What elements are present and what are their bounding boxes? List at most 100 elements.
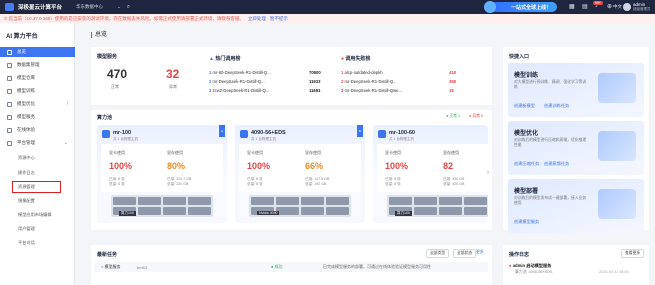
- summary-card: 模型服务 470 正常 32 异常 ▲ 热门调用榜 1 mr-60-DeepSe…: [91, 47, 492, 105]
- oplog-more-button[interactable]: 查看更多: [621, 249, 645, 258]
- notification-badge: 99+: [593, 1, 603, 5]
- tasks-title: 最新任务: [97, 252, 118, 258]
- mem-metrics: 已用: 8 张总量: 8 张: [109, 177, 125, 186]
- sidebar-sub-image-config[interactable]: 镜像配置: [18, 198, 35, 204]
- notice-handle-link[interactable]: 立即处理: [248, 16, 266, 22]
- hot-row[interactable]: 1 mr-60-DeepSeek-R1-Distill-Q... 70500: [209, 70, 321, 75]
- store-metrics: 已用: 127.3 GB 总量: 192 GB: [305, 177, 330, 186]
- sidebar-item-platform[interactable]: 平台管理 ⌄: [0, 138, 75, 148]
- language-select[interactable]: 中文: [613, 4, 622, 10]
- chip-name: 算力100: [119, 211, 136, 216]
- search-icon[interactable]: ⌕: [127, 4, 130, 11]
- store-percent: 66%: [305, 161, 324, 171]
- sidebar: AI 算力平台 总览 数据集管理 模型仓库 模型训练 模型优化 › 模型服务 在线…: [0, 23, 75, 285]
- chat-icon: [7, 127, 12, 133]
- gpu-icon: [378, 130, 386, 138]
- gpu-tag: B: [357, 125, 363, 137]
- create-train-link[interactable]: 创建训练任务: [544, 103, 569, 109]
- gpu-pool-card[interactable]: mr-100-60 共 1 台物理主机 显卡使用 显存使用 100% 82 已用…: [373, 125, 488, 223]
- notice-dismiss-link[interactable]: 暂不提示: [270, 16, 288, 22]
- hot-title: ▲ 热门调用榜: [209, 56, 241, 62]
- sidebar-item-label: 模型训练: [17, 88, 35, 93]
- status-filter[interactable]: 全部状态: [453, 249, 477, 258]
- quick-card-title: 模型优化: [514, 131, 539, 137]
- create-distill-link[interactable]: 创建蒸馏任务: [544, 161, 569, 167]
- gpu-name: mr-100: [113, 130, 132, 136]
- sidebar-item-optimize[interactable]: 模型优化 ›: [0, 99, 75, 109]
- sidebar-item-datasets[interactable]: 数据集管理: [0, 60, 75, 70]
- gear-icon: [7, 140, 12, 146]
- hot-row[interactable]: 2 mr-DeepSeek-R1-Distill-Q... 11933: [209, 79, 320, 84]
- notice-text: © 您当前（10.37.0.168）使用的是已安装的测试环境，存在数据丢失风险。…: [4, 15, 244, 21]
- legend-abnormal: ● 异常 0: [469, 114, 484, 118]
- grid-icon[interactable]: ▦: [569, 3, 575, 10]
- service-title: 模型服务: [97, 54, 118, 60]
- training-illustration: [598, 73, 636, 103]
- cta-button[interactable]: 一站式全球上线！: [484, 1, 557, 13]
- gpu-pool-card[interactable]: mr-100 共 1 台物理主机 A 显卡使用 显存使用 100% 80% 已用…: [97, 125, 227, 223]
- region-chevron-icon: ⌄: [117, 4, 121, 9]
- quick-card-optimize[interactable]: 模型优化 对训练后的模型进行压缩和蒸馏，优化推理性能 创建压缩任务 创建蒸馏任务: [508, 121, 644, 175]
- hot-row[interactable]: 3 zcw2-DeepSeek-R1-Distill-Q... 11651: [209, 88, 320, 93]
- type-filter[interactable]: 全部类型: [426, 249, 450, 258]
- globe-icon[interactable]: ⊕: [607, 3, 612, 10]
- notice-bar: © 您当前（10.37.0.168）使用的是已安装的测试环境，存在数据丢失风险。…: [0, 14, 655, 23]
- sidebar-item-training[interactable]: 模型训练: [0, 86, 75, 96]
- sidebar-item-overview[interactable]: 总览: [0, 47, 75, 57]
- scroll-right-icon[interactable]: ›: [484, 166, 492, 180]
- gpu-usage: 显卡使用 显存使用 100% 80% 已用: 8 张总量: 8 张 已用: 32…: [101, 144, 223, 192]
- oplog-time: 2025-03-11 08:53: [599, 270, 629, 274]
- region-select[interactable]: 华东数据中心: [76, 4, 103, 10]
- quick-card-training[interactable]: 模型训练 对大模型进行预训练、精调、强化学习等训练 创建新模型 创建训练任务: [508, 63, 644, 117]
- create-model-link[interactable]: 创建新模型: [514, 103, 535, 109]
- sidebar-sub-users[interactable]: 用户管理: [18, 226, 35, 232]
- error-row[interactable]: 2 mr-DeepSeek-R1-Distill-Q... 358: [341, 79, 456, 84]
- gpu-sub: 共 1 台物理主机: [251, 137, 276, 141]
- top-bar: 深极星云计算平台 华东数据中心 ⌄ ⌕ 一站式全球上线！ ▦ ▤ ♪ 99+ ⊕…: [0, 0, 655, 14]
- error-row[interactable]: 1 alcp-outdated-depkh 418: [341, 70, 456, 75]
- create-service-link[interactable]: 创建模型服务: [514, 219, 539, 225]
- gpu-icon: [102, 130, 110, 138]
- oplog-card: 操作日志 查看更多 ● admin 启动模型服务 算力池: 4090-56+ED…: [503, 245, 649, 285]
- error-row[interactable]: 3 mr-DeepSeek-R1-Distill-Qwe... 18: [341, 88, 454, 93]
- optimize-icon: [7, 101, 12, 107]
- store-label: 显存使用: [167, 150, 183, 155]
- sidebar-item-label: 模型仓库: [17, 75, 35, 80]
- gpu-sub: 共 1 台物理主机: [113, 137, 138, 141]
- quick-card-desc: 对训练后的模型发布成一键部署，接入业务使用: [514, 196, 587, 205]
- rocket-icon: [484, 1, 496, 13]
- user-info[interactable]: admin 超级管理员: [633, 2, 651, 12]
- compute-title: 算力池: [97, 115, 113, 121]
- sidebar-sub-resource-center[interactable]: 资源中心: [18, 155, 35, 161]
- gpu-pool-card[interactable]: 4090-56+EDS 共 1 台物理主机 B 显卡使用 显存使用 100% 6…: [235, 125, 365, 223]
- sidebar-sub-chat[interactable]: 平台对话: [18, 240, 35, 246]
- sidebar-title: AI 算力平台: [6, 34, 38, 40]
- doc-icon[interactable]: ▤: [582, 3, 588, 10]
- sidebar-item-label: 模型优化: [17, 101, 35, 106]
- sidebar-item-service[interactable]: 模型服务: [0, 112, 75, 122]
- sidebar-item-playground[interactable]: 在线体验: [0, 125, 75, 135]
- service-icon: [7, 114, 12, 120]
- chevron-down-icon: ⌄: [63, 140, 68, 146]
- store-label: 显存使用: [305, 150, 321, 155]
- page-title: 总览: [91, 32, 107, 38]
- sidebar-sub-oplog[interactable]: 操作日志: [18, 170, 35, 176]
- train-icon: [7, 88, 12, 94]
- tasks-more-link[interactable]: 更多: [476, 250, 484, 255]
- chip-name: 算力100: [395, 211, 412, 216]
- logo-icon: [5, 3, 14, 11]
- oplog-entry[interactable]: ● admin 启动模型服务: [509, 263, 551, 269]
- task-row[interactable]: ○ 模型服务 bm63 ● 成功 已完成模型服务的部署，可通过在线体验验证模型服…: [95, 262, 488, 272]
- sidebar-sub-market[interactable]: 模型应用市场编辑: [18, 212, 52, 218]
- create-compress-link[interactable]: 创建压缩任务: [514, 161, 539, 167]
- gpu-name: mr-100-60: [389, 130, 415, 136]
- gpu-name: 4090-56+EDS: [251, 130, 286, 136]
- sidebar-item-models[interactable]: 模型仓库: [0, 73, 75, 83]
- database-icon: [7, 62, 12, 68]
- avatar[interactable]: [623, 3, 631, 11]
- legend-normal: ● 正常 1: [446, 114, 461, 118]
- quick-card-deploy[interactable]: 模型部署 对训练后的模型发布成一键部署，接入业务使用 创建模型服务: [508, 179, 644, 233]
- quick-card-title: 模型部署: [514, 189, 539, 195]
- gpu-usage: 显卡使用 显存使用 100% 82 已用: 8 张总量: 8 张 已用: 320…: [377, 144, 488, 192]
- store-metrics: 已用: 320.7 GB 总量: 320 GB: [167, 177, 192, 186]
